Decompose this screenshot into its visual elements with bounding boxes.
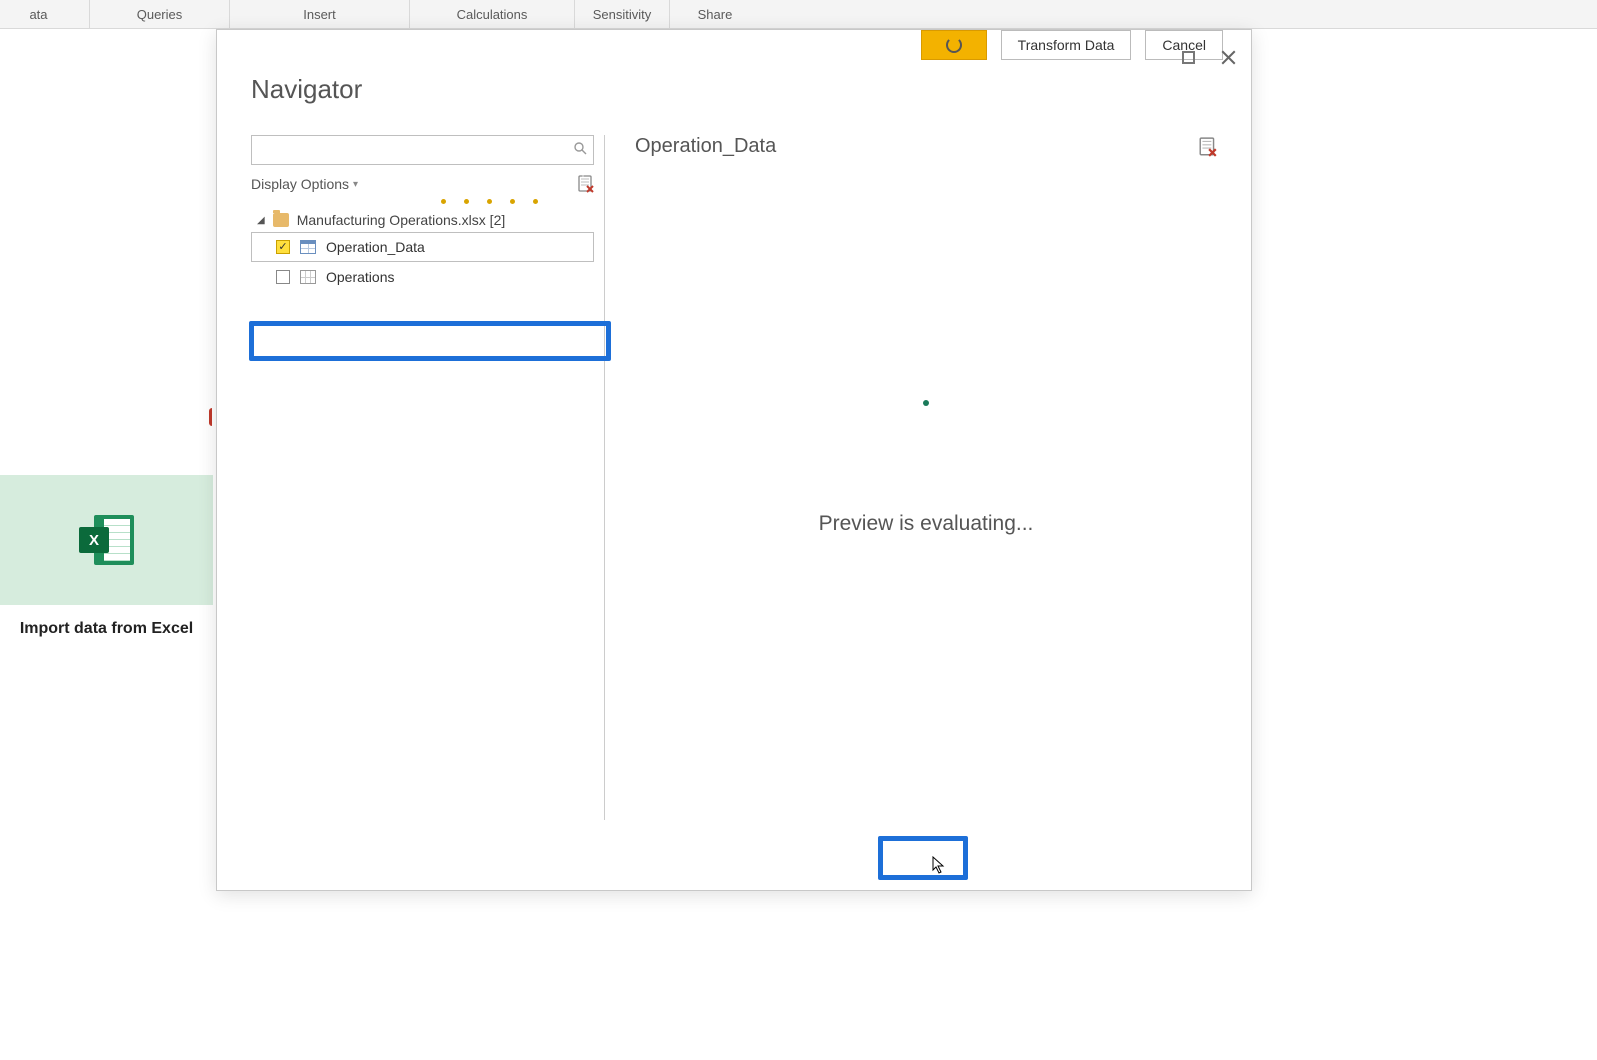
- worksheet-icon: [300, 270, 316, 284]
- caret-expanded-icon: ◢: [257, 215, 265, 226]
- ribbon-group-sensitivity[interactable]: Sensitivity: [575, 0, 670, 28]
- spinner-icon: [946, 37, 962, 53]
- import-excel-card[interactable]: X: [0, 475, 213, 605]
- tree-root-label: Manufacturing Operations.xlsx [2]: [297, 212, 506, 228]
- accent-sliver: [209, 408, 215, 426]
- table-icon: [300, 240, 316, 254]
- close-button[interactable]: [1219, 48, 1237, 66]
- preview-status-text: Preview is evaluating...: [819, 512, 1034, 536]
- ribbon-group-calculations[interactable]: Calculations: [410, 0, 575, 28]
- ribbon-group-share[interactable]: Share: [670, 0, 760, 28]
- dialog-title: Navigator: [251, 74, 362, 105]
- navigator-dialog: Navigator Display Options ▾: [216, 29, 1252, 891]
- navigator-tree: ◢ Manufacturing Operations.xlsx [2] Oper…: [251, 208, 594, 292]
- clear-preview-icon[interactable]: [578, 175, 594, 193]
- excel-icon: X: [79, 515, 134, 565]
- search-input[interactable]: [258, 142, 574, 158]
- ribbon-bar: ata Queries Insert Calculations Sensitiv…: [0, 0, 1597, 29]
- tree-item-operations[interactable]: Operations: [251, 262, 594, 292]
- preview-title: Operation_Data: [635, 135, 776, 158]
- ribbon-group-insert[interactable]: Insert: [230, 0, 410, 28]
- load-button[interactable]: [921, 30, 987, 60]
- tree-item-operation-data[interactable]: Operation_Data: [251, 232, 594, 262]
- tree-item-label: Operation_Data: [326, 239, 425, 255]
- clear-preview-icon[interactable]: [1199, 137, 1217, 157]
- search-icon[interactable]: [574, 142, 587, 158]
- tree-root[interactable]: ◢ Manufacturing Operations.xlsx [2]: [251, 208, 594, 232]
- folder-icon: [273, 213, 289, 227]
- checkbox-checked-icon[interactable]: [276, 240, 290, 254]
- navigator-left-pane: Display Options ▾ ◢ Manufacturing Operat…: [251, 135, 605, 820]
- chevron-down-icon: ▾: [353, 179, 358, 190]
- ribbon-group-data[interactable]: ata: [0, 0, 90, 28]
- transform-data-button[interactable]: Transform Data: [1001, 30, 1132, 60]
- loading-dot: [923, 400, 929, 406]
- tree-item-label: Operations: [326, 269, 394, 285]
- ribbon-group-queries[interactable]: Queries: [90, 0, 230, 28]
- loading-dots: [251, 199, 594, 204]
- maximize-button[interactable]: [1179, 48, 1197, 66]
- navigator-preview-pane: Operation_Data Preview is evaluating...: [605, 135, 1217, 820]
- import-excel-label: Import data from Excel: [0, 620, 213, 638]
- checkbox-unchecked-icon[interactable]: [276, 270, 290, 284]
- dialog-footer: Transform Data Cancel: [217, 30, 1251, 82]
- search-box[interactable]: [251, 135, 594, 165]
- display-options-dropdown[interactable]: Display Options ▾: [251, 176, 358, 192]
- annotation-highlight-load: [878, 836, 968, 880]
- cursor-icon: [932, 856, 946, 874]
